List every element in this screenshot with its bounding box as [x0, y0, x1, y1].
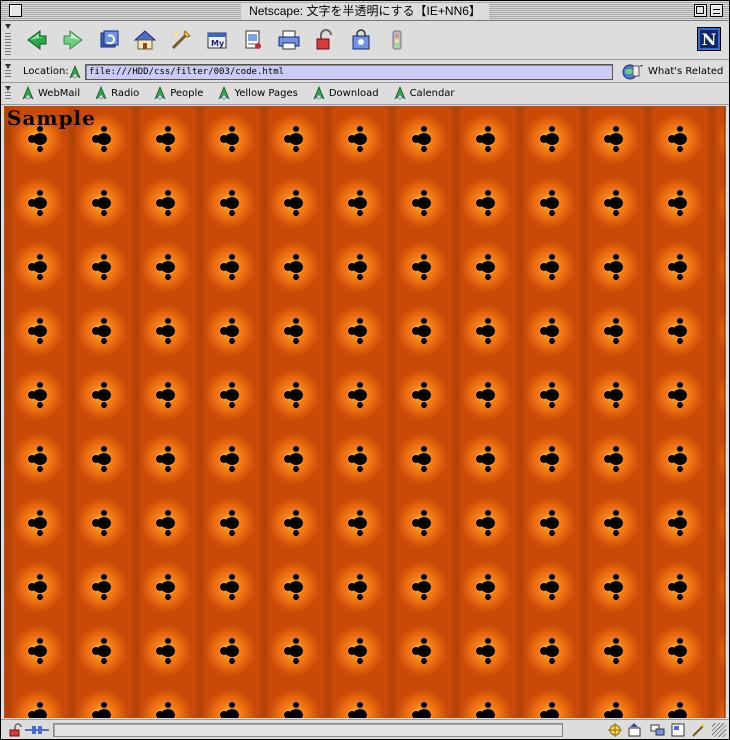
zoom-box[interactable] — [694, 4, 707, 17]
window-title: Netscape: 文字を半透明にする【IE+NN6】 — [241, 3, 489, 19]
reload-icon — [100, 30, 119, 48]
close-box[interactable] — [9, 4, 22, 17]
whats-related-label[interactable]: What's Related — [648, 66, 723, 77]
svg-text:My: My — [211, 39, 225, 48]
forward-arrow-icon — [63, 30, 83, 50]
bookmark-icon — [313, 86, 325, 100]
mail-icon[interactable] — [628, 722, 644, 738]
images-button[interactable] — [235, 25, 271, 55]
resize-grip[interactable] — [712, 723, 726, 737]
nav-buttons: My — [19, 25, 415, 55]
back-button[interactable] — [19, 25, 55, 55]
instant-message-icon[interactable] — [649, 722, 665, 738]
personal-item-label: Yellow Pages — [234, 87, 298, 99]
personal-items: WebMail Radio People Yellow Pages Downlo… — [21, 86, 455, 100]
toolbar-grip[interactable] — [5, 33, 11, 55]
navigator-icon[interactable] — [607, 722, 623, 738]
address-book-icon[interactable] — [691, 722, 707, 738]
personal-item-download[interactable]: Download — [312, 86, 379, 100]
bookmark-icon — [154, 86, 166, 100]
personal-item-radio[interactable]: Radio — [94, 86, 139, 100]
search-icon — [171, 30, 191, 50]
bookmark-icon — [394, 86, 405, 100]
page-content[interactable]: Sample — [4, 106, 726, 718]
composer-icon[interactable] — [670, 722, 686, 738]
collapse-box[interactable] — [710, 4, 723, 17]
status-bar — [1, 719, 729, 739]
personal-collapse-triangle[interactable] — [5, 86, 11, 91]
whats-related-icon[interactable] — [621, 63, 643, 81]
home-button[interactable] — [127, 25, 163, 55]
personal-item-label: WebMail — [38, 87, 81, 99]
personal-item-label: Calendar — [409, 87, 455, 99]
personal-item-yellow-pages[interactable]: Yellow Pages — [217, 86, 298, 100]
title-bar[interactable]: Netscape: 文字を半透明にする【IE+NN6】 — [1, 1, 729, 21]
location-grip[interactable] — [5, 70, 11, 78]
personal-grip[interactable] — [5, 92, 11, 100]
status-text-field — [53, 723, 563, 737]
browser-window: Netscape: 文字を半透明にする【IE+NN6】 My N Locatio… — [0, 0, 730, 740]
print-button[interactable] — [271, 25, 307, 55]
back-arrow-icon — [27, 30, 47, 50]
personal-item-webmail[interactable]: WebMail — [21, 86, 80, 100]
security-lock-icon[interactable] — [9, 723, 23, 737]
personal-item-label: Radio — [111, 87, 140, 99]
component-bar — [607, 722, 707, 738]
reload-button[interactable] — [91, 25, 127, 55]
toolbar-collapse-triangle[interactable] — [5, 24, 11, 29]
stop-icon — [392, 30, 402, 50]
navigation-toolbar: My N — [1, 21, 729, 60]
shop-icon — [352, 29, 370, 50]
bookmark-icon — [219, 86, 230, 100]
forward-button[interactable] — [55, 25, 91, 55]
personal-toolbar: WebMail Radio People Yellow Pages Downlo… — [1, 83, 729, 105]
search-button[interactable] — [163, 25, 199, 55]
print-icon — [278, 30, 300, 50]
personal-item-calendar[interactable]: Calendar — [393, 86, 455, 100]
my-netscape-button[interactable]: My — [199, 25, 235, 55]
stop-button[interactable] — [379, 25, 415, 55]
bookmark-icon — [95, 86, 107, 100]
security-button[interactable] — [307, 25, 343, 55]
connection-plug-icon — [25, 726, 49, 734]
shop-button[interactable] — [343, 25, 379, 55]
sample-text: Sample — [7, 106, 96, 130]
lock-icon — [316, 29, 332, 50]
home-icon — [133, 30, 157, 50]
location-label: Location: — [23, 66, 69, 77]
personal-item-label: Download — [328, 87, 379, 99]
my-netscape-icon: My — [207, 32, 227, 49]
personal-item-people[interactable]: People — [153, 86, 203, 100]
location-toolbar: Location: What's Related — [1, 61, 729, 83]
content-edge — [724, 106, 725, 718]
bookmark-proxy-icon[interactable] — [68, 64, 82, 80]
location-collapse-triangle[interactable] — [5, 64, 11, 69]
netscape-logo[interactable]: N — [697, 27, 721, 51]
images-icon — [245, 30, 261, 49]
bookmark-icon — [22, 86, 34, 100]
personal-item-label: People — [170, 87, 204, 99]
url-input[interactable] — [85, 64, 613, 80]
